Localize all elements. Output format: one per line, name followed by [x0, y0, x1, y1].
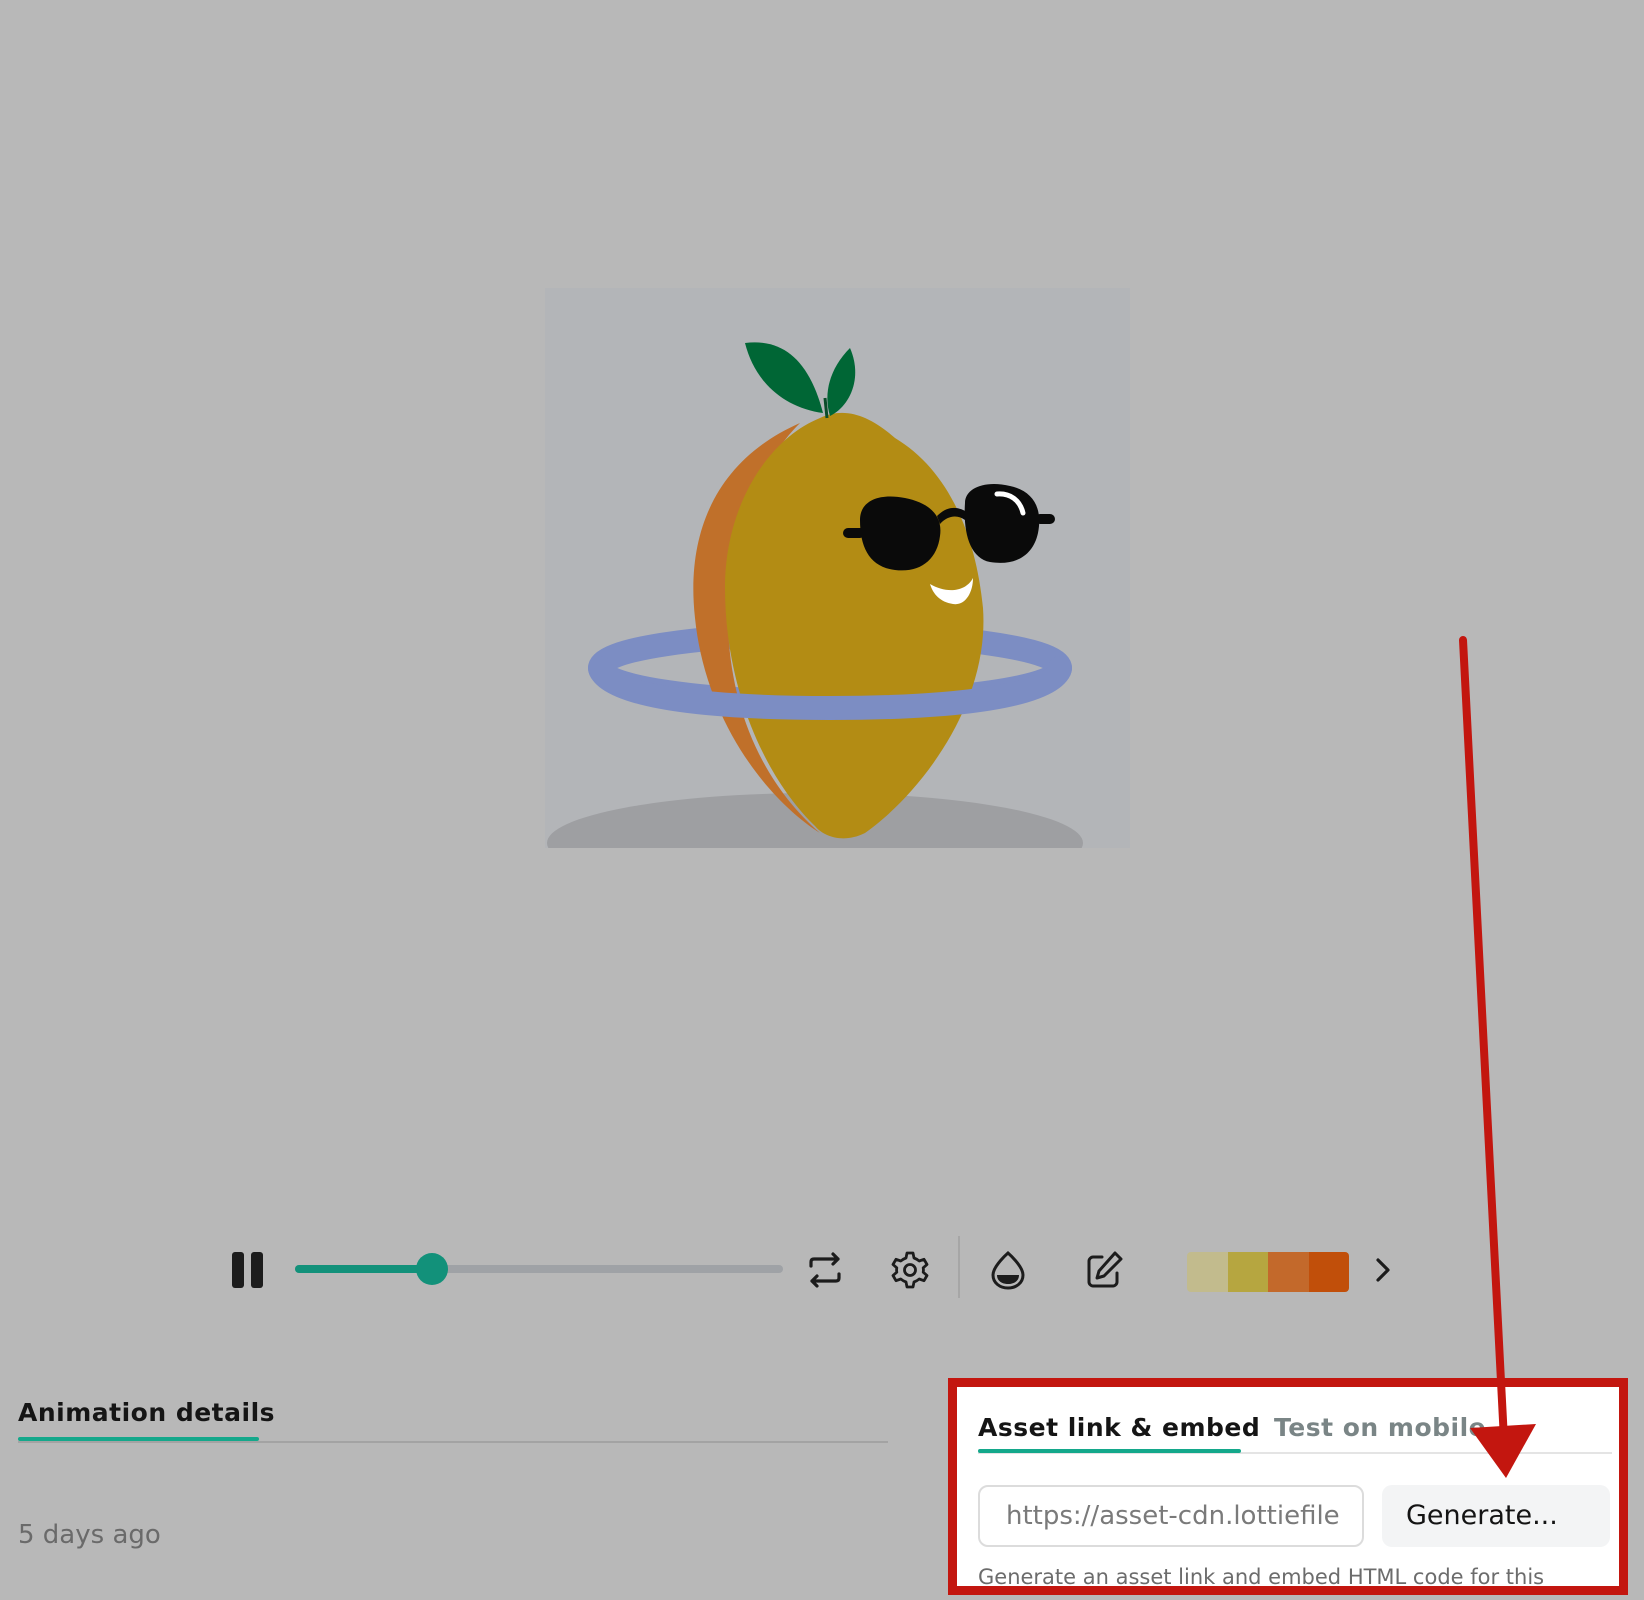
loop-icon	[809, 1252, 841, 1288]
tab-active-indicator	[978, 1449, 1241, 1453]
palette-next-button[interactable]	[1368, 1248, 1398, 1292]
loop-button[interactable]	[803, 1248, 847, 1292]
edit-button[interactable]	[1082, 1248, 1126, 1292]
playback-thumb[interactable]	[415, 1253, 448, 1285]
background-color-icon	[991, 1251, 1025, 1290]
color-swatch[interactable]	[1268, 1252, 1309, 1292]
asset-url-input[interactable]: https://asset-cdn.lottiefile	[978, 1485, 1364, 1547]
edit-icon	[1087, 1251, 1123, 1288]
gear-icon	[891, 1251, 929, 1289]
pause-icon	[232, 1252, 244, 1288]
color-palette[interactable]	[1187, 1252, 1349, 1292]
pause-icon-bar	[251, 1252, 263, 1288]
leaf-right	[827, 348, 856, 416]
leaf-left	[745, 342, 823, 413]
color-swatch[interactable]	[1187, 1252, 1228, 1292]
playback-progress	[295, 1265, 432, 1273]
tab-asset-link-embed[interactable]: Asset link & embed	[978, 1413, 1260, 1442]
color-swatch[interactable]	[1227, 1252, 1268, 1292]
player-controls	[0, 1230, 1644, 1310]
tab-animation-details[interactable]: Animation details	[18, 1398, 275, 1427]
color-swatch[interactable]	[1308, 1252, 1349, 1292]
pause-button[interactable]	[228, 1250, 268, 1290]
settings-button[interactable]	[888, 1248, 932, 1292]
helper-text: Generate an asset link and embed HTML co…	[978, 1565, 1545, 1589]
animation-preview	[545, 288, 1130, 848]
tab-active-indicator	[18, 1437, 259, 1441]
playback-slider[interactable]	[295, 1253, 783, 1285]
updated-timestamp: 5 days ago	[18, 1520, 161, 1550]
lemon-animation	[547, 342, 1083, 848]
tab-test-on-mobile[interactable]: Test on mobile	[1274, 1413, 1486, 1442]
chevron-right-icon	[1376, 1258, 1390, 1282]
background-color-button[interactable]	[986, 1248, 1030, 1292]
asset-embed-panel: Asset link & embed Test on mobile https:…	[948, 1378, 1628, 1595]
controls-divider	[958, 1236, 960, 1298]
details-divider	[18, 1441, 888, 1443]
generate-button[interactable]: Generate...	[1382, 1485, 1610, 1547]
